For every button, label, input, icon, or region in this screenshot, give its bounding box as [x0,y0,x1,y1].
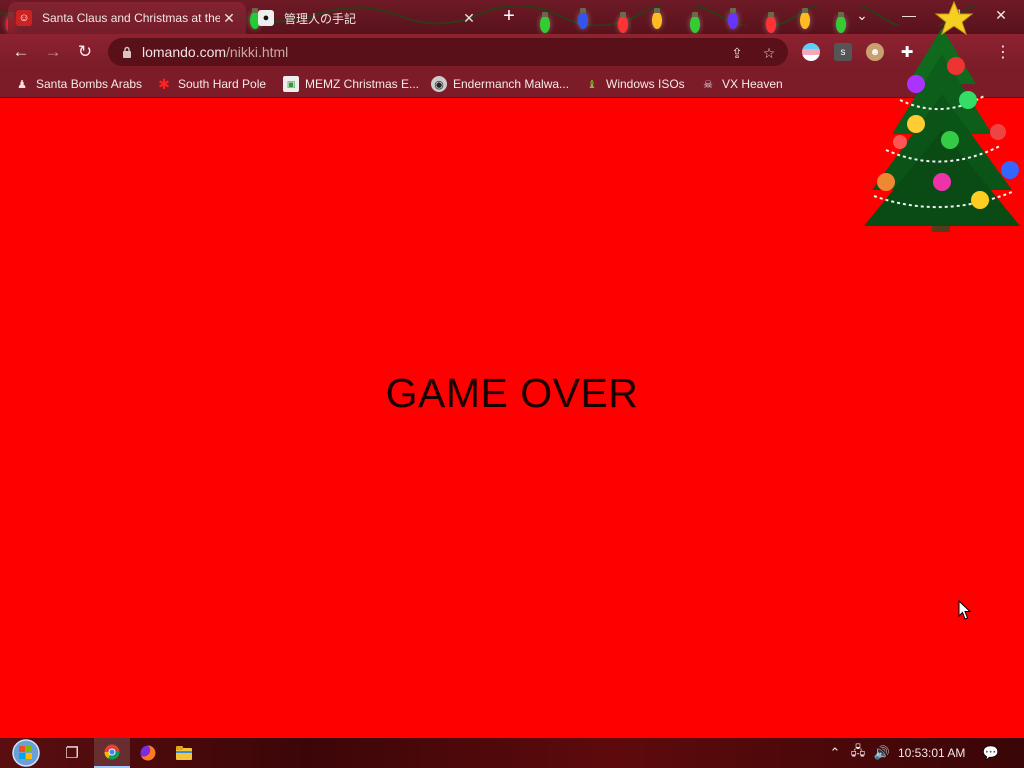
tab-title: Santa Claus and Christmas at the [42,11,220,25]
address-bar[interactable]: lomando.com/nikki.html ⇪ ☆ [108,38,788,66]
url-host: lomando.com [142,44,227,60]
christmas-tree-decoration [864,0,1020,232]
lock-icon [120,45,134,59]
bookmark-label: Santa Bombs Arabs [36,77,143,91]
windows-logo-icon [12,739,40,767]
action-center-icon[interactable]: 💬 [980,742,1002,764]
bookmark-santa-bombs-arabs[interactable]: ♟ Santa Bombs Arabs [14,74,142,94]
forward-button[interactable]: → [40,39,66,65]
pride-flag-extension-icon[interactable] [802,43,820,61]
green-figure-icon: ♝ [587,78,597,91]
bookmark-south-hard-pole[interactable]: ✱ South Hard Pole [156,74,266,94]
bookmark-memz-christmas[interactable]: ▣ MEMZ Christmas E... [283,74,419,94]
bookmark-endermanch-malware[interactable]: ◉ Endermanch Malwa... [431,74,569,94]
close-tab-icon[interactable]: ✕ [460,9,478,27]
taskbar-clock[interactable]: 10:53:01 AM [898,746,965,760]
bookmark-label: Endermanch Malwa... [453,77,570,91]
start-button[interactable] [6,738,46,768]
bookmark-label: MEMZ Christmas E... [305,77,420,91]
back-button[interactable]: ← [8,39,34,65]
red-snowflake-icon: ✱ [158,75,170,92]
close-tab-icon[interactable]: ✕ [220,9,238,27]
bookmark-label: Windows ISOs [606,77,685,91]
url-path: /nikki.html [226,44,289,60]
share-icon[interactable]: ⇪ [728,44,746,62]
volume-icon[interactable]: 🔊 [872,742,892,764]
windows-taskbar: ❐ ⌃ 🖧 🔊 10:53:01 AM 💬 [0,738,1024,768]
url-text: lomando.com/nikki.html [142,44,288,60]
task-view-icon[interactable]: ❐ [54,738,90,768]
santa-bookmark-icon: ♟ [17,78,27,91]
s-extension-icon[interactable]: s [834,43,852,61]
show-hidden-icons-chevron[interactable]: ⌃ [826,742,844,764]
raccoon-icon: ◉ [431,76,447,92]
file-explorer-taskbar-icon[interactable] [166,738,202,768]
bookmark-star-icon[interactable]: ☆ [760,44,778,62]
santa-favicon-icon: ☺ [16,10,32,26]
reload-button[interactable]: ↻ [72,39,98,65]
panda-favicon-icon: ● [258,10,274,26]
bookmark-windows-isos[interactable]: ♝ Windows ISOs [584,74,685,94]
tab-kanrinin-no-shuki[interactable]: ● 管理人の手記 ✕ [250,2,486,34]
bookmark-vx-heaven[interactable]: ☠ VX Heaven [700,74,783,94]
bookmark-label: VX Heaven [722,77,783,91]
vx-heaven-icon: ☠ [703,78,713,91]
firefox-taskbar-icon[interactable] [130,738,166,768]
chrome-taskbar-icon[interactable] [94,738,130,768]
network-icon[interactable]: 🖧 [848,742,868,764]
browser-window: ☺ Santa Claus and Christmas at the ✕ ● 管… [0,0,1024,738]
mouse-cursor-icon [958,600,972,620]
memz-icon: ▣ [283,76,299,92]
new-tab-button[interactable]: + [498,6,520,28]
bookmark-label: South Hard Pole [178,77,267,91]
tab-title: 管理人の手記 [284,11,357,26]
tab-santa-claus[interactable]: ☺ Santa Claus and Christmas at the ✕ [8,2,246,34]
game-over-text: GAME OVER [385,370,639,416]
